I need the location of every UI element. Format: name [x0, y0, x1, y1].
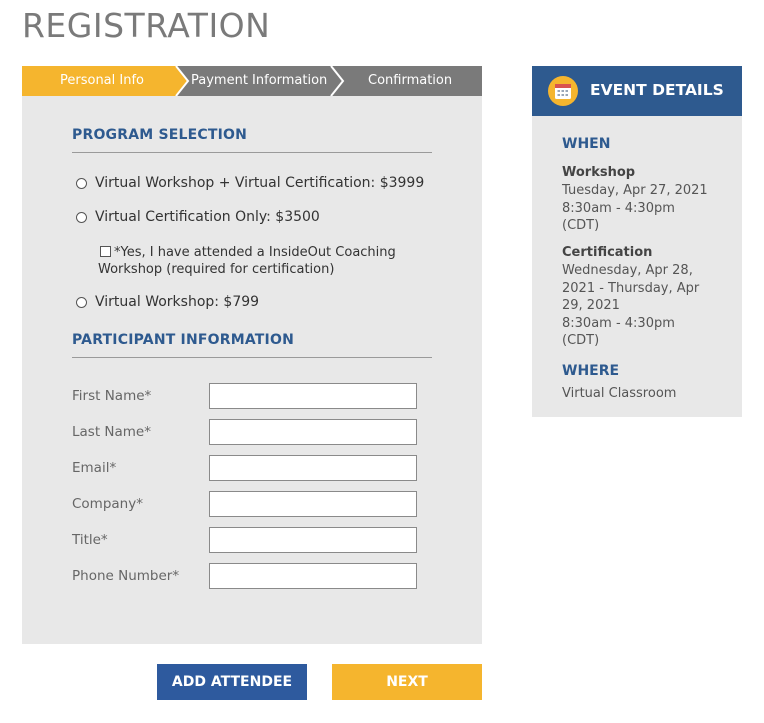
event-details-title: EVENT DETAILS [590, 81, 724, 99]
workshop-time: 8:30am - 4:30pm [562, 200, 675, 216]
email-label: Email* [72, 460, 117, 476]
attended-workshop-checkbox-row[interactable]: *Yes, I have attended a InsideOut Coachi… [98, 244, 428, 278]
certification-time: 8:30am - 4:30pm [562, 315, 675, 331]
radio-button[interactable] [76, 211, 87, 223]
next-button[interactable]: NEXT [332, 664, 482, 700]
workshop-timezone: (CDT) [562, 218, 600, 233]
attended-workshop-label: *Yes, I have attended a InsideOut Coachi… [98, 245, 396, 277]
where-value: Virtual Classroom [562, 386, 677, 401]
first-name-row: First Name* [72, 383, 422, 409]
calendar-icon [548, 76, 578, 106]
last-name-field[interactable] [209, 419, 417, 445]
add-attendee-button[interactable]: ADD ATTENDEE [157, 664, 307, 700]
last-name-row: Last Name* [72, 419, 422, 445]
certification-schedule: Wednesday, Apr 28, 2021 - Thursday, Apr … [562, 262, 722, 350]
attended-workshop-checkbox[interactable] [100, 246, 111, 257]
phone-number-row: Phone Number* [72, 563, 422, 589]
workshop-schedule: Tuesday, Apr 27, 2021 8:30am - 4:30pm (C… [562, 182, 722, 235]
step-payment-information[interactable]: Payment Information [191, 66, 327, 96]
option-label: Virtual Certification Only: $3500 [95, 209, 320, 225]
where-heading: WHERE [562, 363, 620, 379]
when-heading: WHEN [562, 136, 611, 152]
option-workshop-certification[interactable]: Virtual Workshop + Virtual Certification… [76, 175, 424, 191]
step-personal-info[interactable]: Personal Info [60, 66, 144, 96]
option-label: Virtual Workshop: $799 [95, 294, 260, 310]
phone-number-label: Phone Number* [72, 568, 180, 584]
email-row: Email* [72, 455, 422, 481]
certification-date-line: 2021 - Thursday, Apr [562, 280, 700, 296]
event-details-header: EVENT DETAILS [532, 66, 742, 116]
section-divider [72, 152, 432, 153]
phone-number-field[interactable] [209, 563, 417, 589]
page-title: REGISTRATION [22, 6, 271, 45]
company-row: Company* [72, 491, 422, 517]
title-row: Title* [72, 527, 422, 553]
last-name-label: Last Name* [72, 424, 151, 440]
participant-information-heading: PARTICIPANT INFORMATION [72, 332, 294, 348]
progress-steps: Personal Info Payment Information Confir… [22, 66, 482, 96]
program-selection-heading: PROGRAM SELECTION [72, 127, 248, 143]
email-field[interactable] [209, 455, 417, 481]
registration-form: PROGRAM SELECTION Virtual Workshop + Vir… [22, 96, 482, 644]
first-name-field[interactable] [209, 383, 417, 409]
title-field[interactable] [209, 527, 417, 553]
certification-timezone: (CDT) [562, 333, 600, 348]
company-field[interactable] [209, 491, 417, 517]
first-name-label: First Name* [72, 388, 152, 404]
certification-date-line: 29, 2021 [562, 298, 620, 313]
title-label: Title* [72, 532, 108, 548]
certification-date-line: Wednesday, Apr 28, [562, 263, 693, 278]
event-details-card: EVENT DETAILS WHEN Workshop Tuesday, Apr… [532, 66, 742, 417]
option-workshop-only[interactable]: Virtual Workshop: $799 [76, 294, 259, 310]
company-label: Company* [72, 496, 143, 512]
option-certification-only[interactable]: Virtual Certification Only: $3500 [76, 209, 320, 225]
certification-title: Certification [562, 245, 653, 260]
workshop-date: Tuesday, Apr 27, 2021 [562, 183, 708, 198]
radio-button[interactable] [76, 177, 87, 189]
radio-button[interactable] [76, 296, 87, 308]
workshop-title: Workshop [562, 165, 636, 180]
option-label: Virtual Workshop + Virtual Certification… [95, 175, 425, 191]
section-divider [72, 357, 432, 358]
step-confirmation[interactable]: Confirmation [368, 66, 452, 96]
